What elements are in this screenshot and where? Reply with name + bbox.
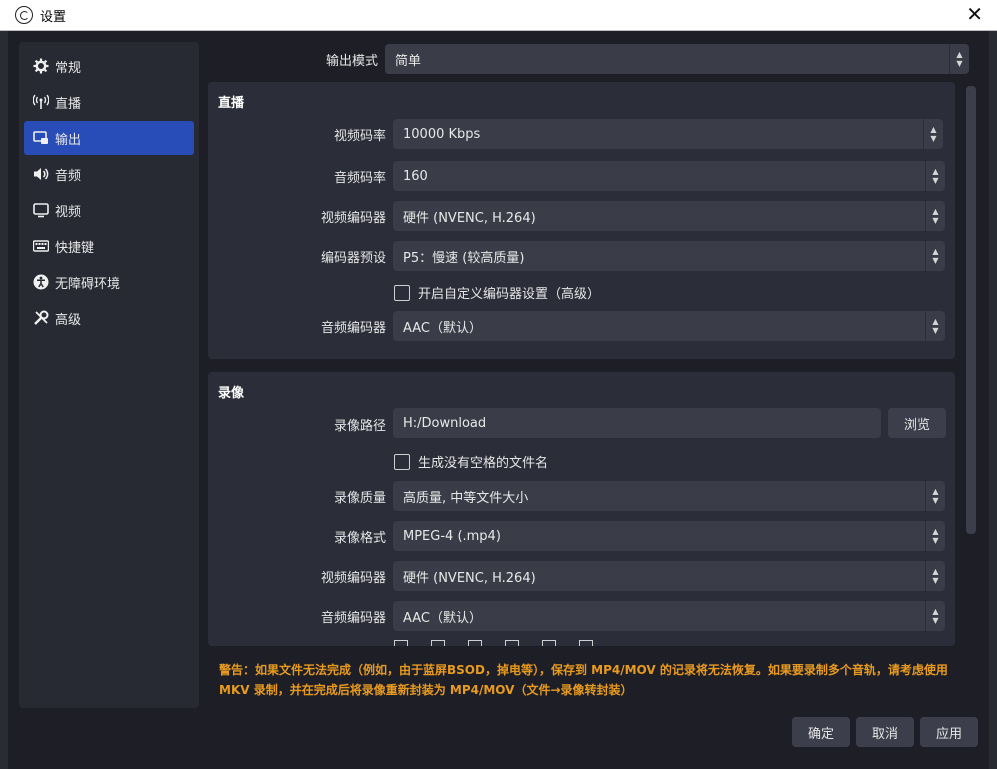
- output-icon: [33, 130, 49, 146]
- sidebar-item-audio[interactable]: 音频: [24, 157, 194, 191]
- checkbox-box[interactable]: [431, 640, 445, 646]
- mp4-warning-text: 警告：如果文件无法完成（例如，由于蓝屏BSOD，掉电等），保存到 MP4/MOV…: [219, 663, 948, 697]
- checkbox-box[interactable]: [468, 640, 482, 646]
- broadcast-icon: [33, 94, 49, 110]
- cancel-button[interactable]: 取消: [856, 717, 914, 747]
- sidebar-item-output[interactable]: 输出: [24, 121, 194, 155]
- recording-format-label: 录像格式: [333, 531, 386, 546]
- checkbox-box[interactable]: [579, 640, 593, 646]
- ok-button[interactable]: 确定: [792, 717, 850, 747]
- recording-path-input[interactable]: H:/Download: [393, 408, 881, 438]
- checkbox-box[interactable]: [505, 640, 519, 646]
- custom-encoder-label: 开启自定义编码器设置（高级）: [418, 287, 601, 302]
- sidebar-item-label: 输出: [55, 132, 82, 148]
- output-mode-select[interactable]: 简单 ▲ ▼: [385, 44, 969, 74]
- monitor-icon: [33, 202, 49, 218]
- backdrop-left-edge: [0, 31, 8, 769]
- no-space-filename-label: 生成没有空格的文件名: [418, 456, 549, 471]
- stream-video-encoder-select[interactable]: 硬件 (NVENC, H.264) ▲ ▼: [393, 201, 945, 231]
- rec-audio-encoder-select[interactable]: AAC（默认） ▲ ▼: [393, 601, 945, 631]
- spin-arrows-icon[interactable]: ▲ ▼: [923, 119, 943, 149]
- browse-button[interactable]: 浏览: [888, 408, 946, 438]
- recording-group-title: 录像: [218, 386, 245, 401]
- sidebar-item-label: 无障碍环境: [55, 276, 121, 292]
- checkbox-box[interactable]: [542, 640, 556, 646]
- chevron-updown-icon: ▲ ▼: [925, 521, 945, 551]
- video-bitrate-spinbox[interactable]: 10000 Kbps ▲ ▼: [393, 119, 943, 149]
- title-bar: 设置 ✕: [0, 0, 997, 31]
- chevron-updown-icon: ▲ ▼: [925, 601, 945, 631]
- sidebar-item-advanced[interactable]: 高级: [24, 301, 194, 335]
- encoder-preset-value: P5：慢速 (较高质量): [403, 250, 525, 266]
- speaker-icon: [33, 166, 49, 182]
- no-space-filename-checkbox[interactable]: 生成没有空格的文件名: [394, 452, 548, 471]
- rec-audio-encoder-label: 音频编码器: [320, 611, 386, 626]
- audio-bitrate-select[interactable]: 160 ▲ ▼: [393, 161, 945, 191]
- streaming-group-title: 直播: [218, 96, 245, 111]
- stream-video-encoder-label: 视频编码器: [320, 211, 386, 226]
- stream-audio-encoder-label: 音频编码器: [320, 321, 386, 336]
- audio-bitrate-value: 160: [403, 168, 428, 184]
- stream-audio-encoder-select[interactable]: AAC（默认） ▲ ▼: [393, 311, 945, 341]
- rec-video-encoder-label: 视频编码器: [320, 571, 386, 586]
- chevron-updown-icon: ▲ ▼: [925, 161, 945, 191]
- sidebar-item-stream[interactable]: 直播: [24, 85, 194, 119]
- recording-quality-label: 录像质量: [333, 491, 386, 506]
- window-title: 设置: [40, 9, 67, 25]
- chevron-updown-icon: ▲ ▼: [925, 241, 945, 271]
- audio-bitrate-label: 音频码率: [333, 171, 386, 186]
- recording-quality-value: 高质量, 中等文件大小: [403, 490, 529, 506]
- video-bitrate-value: 10000 Kbps: [403, 126, 481, 142]
- output-mode-label: 输出模式: [325, 54, 378, 69]
- keyboard-icon: [33, 238, 49, 254]
- settings-sidebar: 常规 直播 输出 音频 视频 快捷键 无障碍环境 高级: [19, 42, 199, 708]
- content-scrollbar[interactable]: [966, 86, 976, 534]
- recording-path-label: 录像路径: [333, 419, 386, 434]
- recording-format-value: MPEG-4 (.mp4): [403, 528, 501, 544]
- sidebar-item-hotkeys[interactable]: 快捷键: [24, 229, 194, 263]
- recording-quality-select[interactable]: 高质量, 中等文件大小 ▲ ▼: [393, 481, 945, 511]
- sidebar-item-label: 音频: [55, 168, 82, 184]
- rec-video-encoder-value: 硬件 (NVENC, H.264): [403, 570, 536, 586]
- checkbox-box[interactable]: [394, 640, 408, 646]
- sidebar-item-label: 高级: [55, 312, 82, 328]
- apply-button[interactable]: 应用: [920, 717, 978, 747]
- accessibility-icon: [33, 274, 49, 290]
- output-mode-value: 简单: [395, 53, 422, 69]
- chevron-updown-icon: ▲ ▼: [925, 311, 945, 341]
- gear-icon: [33, 58, 49, 74]
- encoder-preset-select[interactable]: P5：慢速 (较高质量) ▲ ▼: [393, 241, 945, 271]
- recording-format-select[interactable]: MPEG-4 (.mp4) ▲ ▼: [393, 521, 945, 551]
- obs-logo-icon: [15, 6, 33, 24]
- chevron-updown-icon: ▲ ▼: [949, 44, 969, 74]
- track-checkbox-row: [394, 640, 604, 646]
- encoder-preset-label: 编码器预设: [320, 251, 386, 266]
- stream-video-encoder-value: 硬件 (NVENC, H.264): [403, 210, 536, 226]
- sidebar-item-video[interactable]: 视频: [24, 193, 194, 227]
- custom-encoder-checkbox[interactable]: 开启自定义编码器设置（高级）: [394, 283, 600, 302]
- sidebar-item-label: 视频: [55, 204, 82, 220]
- checkbox-box[interactable]: [394, 453, 410, 470]
- recording-path-value: H:/Download: [403, 415, 487, 431]
- rec-video-encoder-select[interactable]: 硬件 (NVENC, H.264) ▲ ▼: [393, 561, 945, 591]
- backdrop-right-edge: [989, 31, 997, 769]
- wrench-icon: [33, 310, 49, 326]
- stream-audio-encoder-value: AAC（默认）: [403, 320, 482, 336]
- video-bitrate-label: 视频码率: [333, 129, 386, 144]
- chevron-updown-icon: ▲ ▼: [925, 201, 945, 231]
- chevron-updown-icon: ▲ ▼: [925, 561, 945, 591]
- sidebar-item-general[interactable]: 常规: [24, 49, 194, 83]
- sidebar-item-label: 常规: [55, 60, 82, 76]
- checkbox-box[interactable]: [394, 284, 410, 301]
- sidebar-item-accessibility[interactable]: 无障碍环境: [24, 265, 194, 299]
- rec-audio-encoder-value: AAC（默认）: [403, 610, 482, 626]
- chevron-updown-icon: ▲ ▼: [925, 481, 945, 511]
- close-icon[interactable]: ✕: [966, 4, 983, 24]
- sidebar-item-label: 直播: [55, 96, 82, 112]
- sidebar-item-label: 快捷键: [55, 240, 95, 256]
